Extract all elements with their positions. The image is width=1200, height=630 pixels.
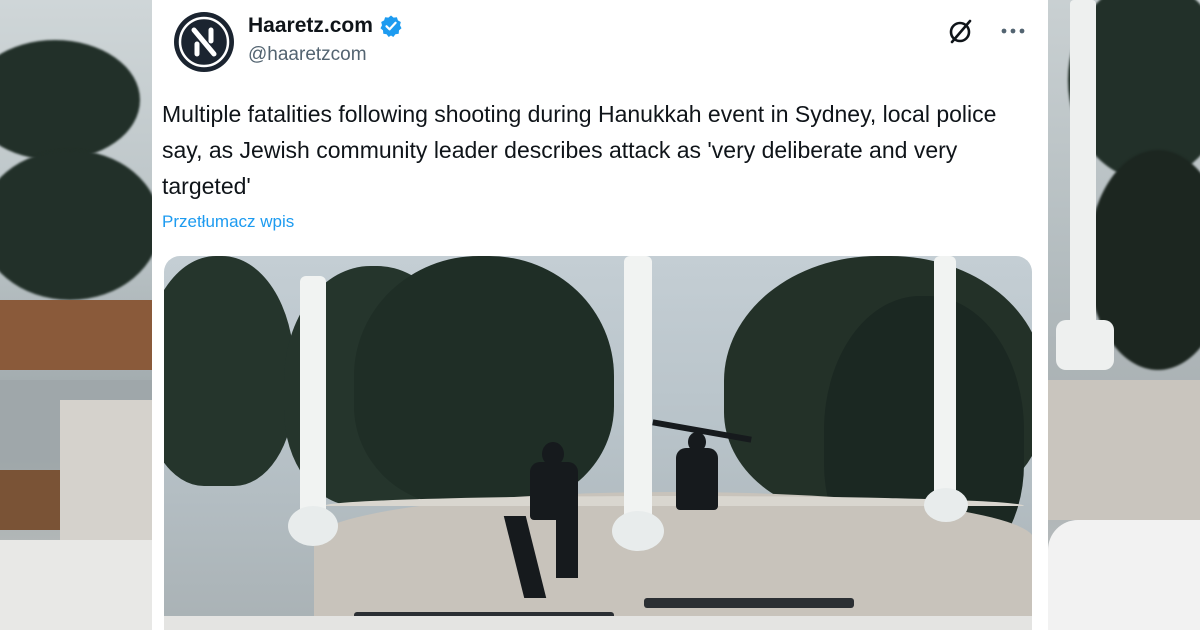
author-name-row[interactable]: Haaretz.com: [248, 14, 403, 38]
avatar[interactable]: [174, 12, 234, 72]
tweet-card[interactable]: Haaretz.com @haaretzcom Multiple fatalit…: [152, 0, 1048, 630]
verified-badge-icon: [380, 15, 402, 37]
translate-post-link[interactable]: Przetłumacz wpis: [162, 212, 294, 232]
author-display-name[interactable]: Haaretz.com: [248, 14, 373, 38]
tweet-header: Haaretz.com @haaretzcom: [164, 10, 1036, 80]
more-options-icon[interactable]: [998, 16, 1028, 46]
grok-icon[interactable]: [946, 16, 976, 46]
tweet-text: Multiple fatalities following shooting d…: [162, 101, 997, 199]
background-right-blur: [1048, 0, 1200, 630]
haaretz-logo-icon: [175, 13, 233, 71]
author-handle[interactable]: @haaretzcom: [248, 44, 403, 66]
tweet-media-image[interactable]: [164, 256, 1032, 630]
background-left-blur: [0, 0, 152, 630]
author-names: Haaretz.com @haaretzcom: [248, 14, 403, 66]
tweet-top-actions: [946, 16, 1028, 46]
